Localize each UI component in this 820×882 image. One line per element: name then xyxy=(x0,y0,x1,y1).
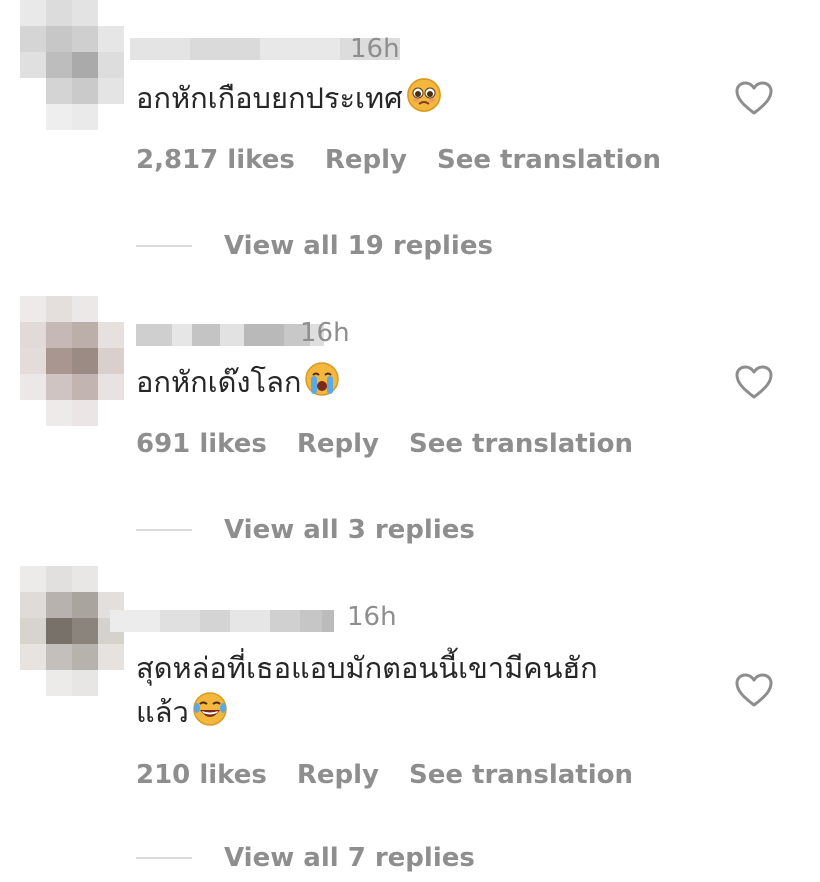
pleading-face-emoji xyxy=(406,78,441,112)
comment-time: 16h xyxy=(350,34,400,64)
reply-button[interactable]: Reply xyxy=(297,760,379,790)
avatar[interactable] xyxy=(0,566,130,706)
view-replies-button[interactable]: View all 19 replies xyxy=(136,231,493,261)
see-translation-link[interactable]: See translation xyxy=(437,145,661,175)
reply-button[interactable]: Reply xyxy=(297,429,379,459)
username-redacted[interactable] xyxy=(110,610,334,632)
likes-count[interactable]: 2,817 likes xyxy=(136,145,295,175)
replies-divider xyxy=(136,529,192,531)
comment-text-line-2: แล้ว xyxy=(136,690,598,734)
comment-text-body: อกหักเกือบยกประเทศ xyxy=(136,81,403,115)
replies-divider xyxy=(136,245,192,247)
view-replies-button[interactable]: View all 3 replies xyxy=(136,515,475,545)
username-redacted[interactable] xyxy=(136,324,324,346)
likes-count[interactable]: 210 likes xyxy=(136,760,267,790)
comment-meta: 210 likes Reply See translation xyxy=(136,760,633,790)
like-heart-icon[interactable] xyxy=(734,80,774,116)
likes-count[interactable]: 691 likes xyxy=(136,429,267,459)
replies-divider xyxy=(136,857,192,859)
view-replies-label[interactable]: View all 7 replies xyxy=(224,843,475,873)
see-translation-link[interactable]: See translation xyxy=(409,429,633,459)
like-heart-icon[interactable] xyxy=(734,672,774,708)
reply-button[interactable]: Reply xyxy=(325,145,407,175)
laughing-tears-emoji xyxy=(193,692,227,726)
see-translation-link[interactable]: See translation xyxy=(409,760,633,790)
crying-face-emoji xyxy=(305,362,340,396)
comment-time: 16h xyxy=(347,602,397,632)
avatar[interactable] xyxy=(0,0,130,140)
comment-text-body: อกหักเด๊งโลก xyxy=(136,365,302,399)
comment-meta: 2,817 likes Reply See translation xyxy=(136,145,661,175)
comment-text: สุดหล่อที่เธอแอบมักตอนนี้เขามีคนฮัก แล้ว xyxy=(136,646,598,734)
avatar[interactable] xyxy=(0,296,130,436)
like-heart-icon[interactable] xyxy=(734,364,774,400)
comment-text-line-2-body: แล้ว xyxy=(136,695,189,729)
comment-text: อกหักเด๊งโลก xyxy=(136,360,340,404)
comment-text: อกหักเกือบยกประเทศ xyxy=(136,76,441,120)
comment-meta: 691 likes Reply See translation xyxy=(136,429,633,459)
comment-text-line-1: สุดหล่อที่เธอแอบมักตอนนี้เขามีคนฮัก xyxy=(136,651,598,685)
view-replies-button[interactable]: View all 7 replies xyxy=(136,843,475,873)
view-replies-label[interactable]: View all 19 replies xyxy=(224,231,493,261)
comment-time: 16h xyxy=(300,318,350,348)
view-replies-label[interactable]: View all 3 replies xyxy=(224,515,475,545)
